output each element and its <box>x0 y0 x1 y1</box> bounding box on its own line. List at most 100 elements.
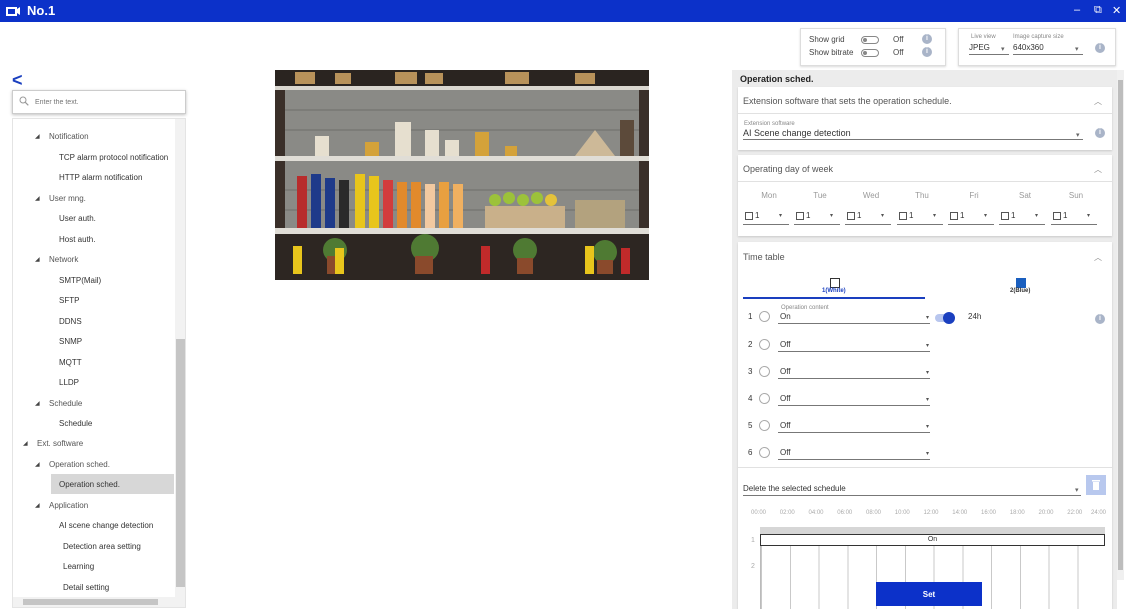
day-checkbox[interactable] <box>1053 212 1061 220</box>
timeline-ruler <box>760 527 1105 534</box>
operation-select[interactable]: Off ▾ <box>778 446 930 460</box>
extension-software-label: Extension software <box>744 121 795 127</box>
sidebar-item-tcp-alarm[interactable]: TCP alarm protocol notification <box>59 153 168 162</box>
sidebar-group-ext-software[interactable]: ◢ Ext. software <box>23 439 83 448</box>
camera-snapshot-image <box>275 70 649 280</box>
show-grid-toggle[interactable] <box>861 36 879 44</box>
sidebar-item-user-auth[interactable]: User auth. <box>59 214 96 223</box>
scroll-thumb[interactable] <box>176 339 185 587</box>
day-label-fri: Fri <box>969 191 979 200</box>
sidebar-item-ddns[interactable]: DDNS <box>59 317 82 326</box>
show-grid-label: Show grid <box>809 35 845 44</box>
sidebar-item-smtp[interactable]: SMTP(Mail) <box>59 276 101 285</box>
info-icon[interactable]: i <box>922 34 932 44</box>
nav-horizontal-scrollbar[interactable] <box>13 597 185 607</box>
info-icon[interactable]: i <box>922 47 932 57</box>
info-icon[interactable]: i <box>1095 128 1105 138</box>
sidebar-group-operation-sched[interactable]: ◢ Operation sched. <box>35 460 110 469</box>
show-bitrate-toggle[interactable] <box>861 49 879 57</box>
24h-toggle[interactable] <box>935 312 955 324</box>
row-radio[interactable] <box>759 311 770 322</box>
row-radio[interactable] <box>759 339 770 350</box>
tab-blue[interactable]: 2(Blue) <box>928 272 1110 298</box>
row-radio[interactable] <box>759 393 770 404</box>
info-icon[interactable]: i <box>1095 43 1105 53</box>
minimize-icon[interactable]: – <box>1074 4 1080 16</box>
day-checkbox[interactable] <box>950 212 958 220</box>
chevron-down-icon: ▾ <box>830 213 834 219</box>
timeline-hour-label: 16:00 <box>981 510 997 516</box>
timeline-bar[interactable]: On <box>760 534 1105 546</box>
row-radio[interactable] <box>759 366 770 377</box>
sidebar-item-schedule[interactable]: Schedule <box>59 419 92 428</box>
capture-size-select[interactable]: 640x360 ▾ <box>1013 43 1083 55</box>
day-checkbox[interactable] <box>796 212 804 220</box>
day-select-sun[interactable]: 1 ▾ <box>1051 209 1097 225</box>
day-select-sat[interactable]: 1 ▾ <box>999 209 1045 225</box>
sidebar-group-schedule[interactable]: ◢ Schedule <box>35 399 82 408</box>
delete-button[interactable] <box>1086 475 1106 495</box>
info-icon[interactable]: i <box>1095 314 1105 324</box>
sidebar-group-notification[interactable]: ◢ Notification <box>35 132 89 141</box>
chevron-down-icon: ▾ <box>1035 213 1039 219</box>
nav-vertical-scrollbar[interactable] <box>175 119 185 599</box>
day-checkbox[interactable] <box>1001 212 1009 220</box>
day-select-wed[interactable]: 1 ▾ <box>845 209 891 225</box>
operation-value: Off <box>780 340 791 349</box>
panel-scrollbar[interactable] <box>1117 70 1124 580</box>
day-select-tue[interactable]: 1 ▾ <box>794 209 840 225</box>
row-radio[interactable] <box>759 420 770 431</box>
day-checkbox[interactable] <box>899 212 907 220</box>
sidebar-item-http-alarm[interactable]: HTTP alarm notification <box>59 173 142 182</box>
operation-select[interactable]: Off ▾ <box>778 365 930 379</box>
extension-software-select[interactable]: AI Scene change detection ▾ <box>743 128 1083 140</box>
operation-select[interactable]: Off ▾ <box>778 392 930 406</box>
set-button[interactable]: Set <box>876 582 982 606</box>
operation-select[interactable]: On ▾ <box>778 310 930 324</box>
sidebar-item-mqtt[interactable]: MQTT <box>59 358 82 367</box>
chevron-up-icon[interactable]: ︿ <box>1094 164 1102 175</box>
timeline-row-label: 2 <box>751 563 755 570</box>
tab-white[interactable]: 1(White) <box>743 272 925 298</box>
sidebar-group-application[interactable]: ◢ Application <box>35 501 88 510</box>
row-radio[interactable] <box>759 447 770 458</box>
chevron-up-icon[interactable]: ︿ <box>1094 96 1102 107</box>
sidebar-item-detail-setting[interactable]: Detail setting <box>63 583 109 592</box>
sidebar-item-sftp[interactable]: SFTP <box>59 296 79 305</box>
close-icon[interactable]: ✕ <box>1112 4 1121 17</box>
sidebar-item-snmp[interactable]: SNMP <box>59 337 82 346</box>
back-arrow-icon[interactable]: < <box>12 70 23 91</box>
search-input[interactable] <box>35 95 180 110</box>
delete-schedule-select[interactable]: Delete the selected schedule ▾ <box>743 484 1081 496</box>
chevron-down-icon: ▾ <box>925 315 929 321</box>
chevron-up-icon[interactable]: ︿ <box>1094 252 1102 263</box>
sidebar-group-network[interactable]: ◢ Network <box>35 255 78 264</box>
sidebar-item-learning[interactable]: Learning <box>63 562 94 571</box>
restore-icon[interactable]: ⧉ <box>1094 4 1102 17</box>
sidebar-item-lldp[interactable]: LLDP <box>59 378 79 387</box>
sidebar-group-user-mng[interactable]: ◢ User mng. <box>35 194 86 203</box>
operation-select[interactable]: Off ▾ <box>778 419 930 433</box>
scroll-thumb[interactable] <box>23 599 158 605</box>
live-view-select[interactable]: JPEG ▾ <box>969 43 1009 55</box>
trash-icon <box>1092 480 1100 490</box>
search-box[interactable] <box>12 90 186 114</box>
chevron-down-icon: ▾ <box>1075 46 1079 53</box>
sidebar-item-host-auth[interactable]: Host auth. <box>59 235 95 244</box>
display-options-panel: Show grid Off i Show bitrate Off i <box>800 28 946 66</box>
extension-software-value: AI Scene change detection <box>743 128 851 138</box>
sidebar-item-detection-area[interactable]: Detection area setting <box>63 542 141 551</box>
day-select-thu[interactable]: 1 ▾ <box>897 209 943 225</box>
operation-select[interactable]: Off ▾ <box>778 338 930 352</box>
scroll-thumb[interactable] <box>1118 80 1123 570</box>
blue-square-icon <box>1016 278 1026 288</box>
day-checkbox[interactable] <box>745 212 753 220</box>
sidebar-item-operation-sched[interactable]: Operation sched. <box>59 480 120 489</box>
day-select-mon[interactable]: 1 ▾ <box>743 209 789 225</box>
sidebar-item-ai-scene[interactable]: AI scene change detection <box>59 521 153 530</box>
extension-software-card: Extension software that sets the operati… <box>738 87 1112 150</box>
timeline-hour-label: 06:00 <box>837 510 853 516</box>
day-select-value: 1 <box>806 211 811 220</box>
day-select-fri[interactable]: 1 ▾ <box>948 209 994 225</box>
day-checkbox[interactable] <box>847 212 855 220</box>
